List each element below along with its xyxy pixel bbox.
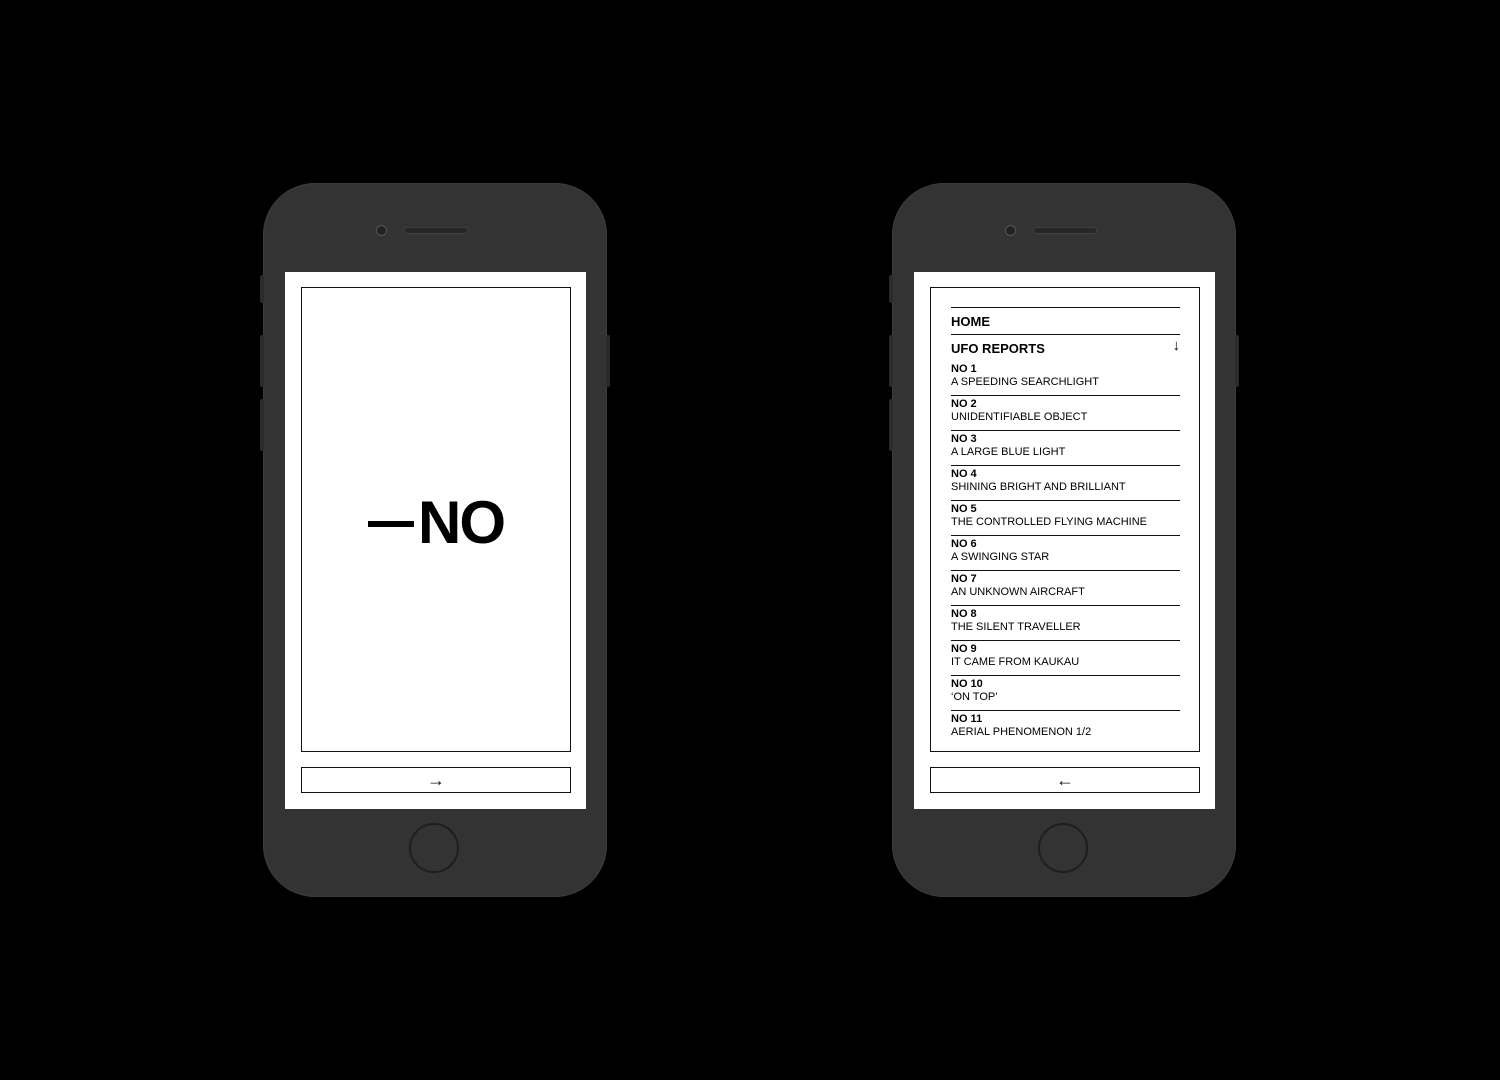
report-title: A SWINGING STAR bbox=[951, 551, 1050, 563]
navigation-menu: HOME UFO REPORTS ↓ NO 1 A SPEEDING SEARC… bbox=[951, 307, 1180, 746]
logo-text: NO bbox=[418, 489, 506, 556]
report-number: NO 2 bbox=[951, 398, 977, 410]
volume-down-button bbox=[889, 399, 893, 451]
mute-switch bbox=[889, 275, 893, 303]
report-number: NO 4 bbox=[951, 468, 977, 480]
power-button bbox=[1235, 335, 1239, 387]
speaker-grille bbox=[404, 227, 468, 234]
report-item[interactable]: NO 2 UNIDENTIFIABLE OBJECT bbox=[951, 396, 1180, 431]
report-title: SHINING BRIGHT AND BRILLIANT bbox=[951, 481, 1126, 493]
menu-item-home[interactable]: HOME bbox=[951, 307, 1180, 334]
speaker-grille bbox=[1033, 227, 1097, 234]
report-number: NO 7 bbox=[951, 573, 977, 585]
report-title: IT CAME FROM KAUKAU bbox=[951, 656, 1080, 668]
phone-right: HOME UFO REPORTS ↓ NO 1 A SPEEDING SEARC… bbox=[889, 183, 1239, 897]
report-item[interactable]: NO 8 THE SILENT TRAVELLER bbox=[951, 606, 1180, 641]
report-title: THE SILENT TRAVELLER bbox=[951, 621, 1081, 633]
report-item[interactable]: NO 6 A SWINGING STAR bbox=[951, 536, 1180, 571]
report-item[interactable]: NO 3 A LARGE BLUE LIGHT bbox=[951, 431, 1180, 466]
power-button bbox=[606, 335, 610, 387]
menu-item-home-label: HOME bbox=[951, 313, 990, 329]
report-title: A LARGE BLUE LIGHT bbox=[951, 446, 1066, 458]
home-button[interactable] bbox=[1038, 823, 1088, 873]
report-title: ‘ON TOP’ bbox=[951, 691, 998, 703]
camera-icon bbox=[376, 225, 387, 236]
report-item[interactable]: NO 11 AERIAL PHENOMENON 1/2 bbox=[951, 711, 1180, 746]
mute-switch bbox=[260, 275, 264, 303]
back-button[interactable]: ← bbox=[930, 767, 1200, 793]
camera-icon bbox=[1005, 225, 1016, 236]
report-number: NO 11 bbox=[951, 713, 983, 725]
report-title: UNIDENTIFIABLE OBJECT bbox=[951, 411, 1088, 423]
arrow-down-icon: ↓ bbox=[1172, 336, 1181, 354]
report-item[interactable]: NO 9 IT CAME FROM KAUKAU bbox=[951, 641, 1180, 676]
report-item[interactable]: NO 10 ‘ON TOP’ bbox=[951, 676, 1180, 711]
report-item[interactable]: NO 5 THE CONTROLLED FLYING MACHINE bbox=[951, 501, 1180, 536]
menu-item-ufo-reports-label: UFO REPORTS bbox=[951, 340, 1045, 356]
report-number: NO 8 bbox=[951, 608, 977, 620]
report-item[interactable]: NO 1 A SPEEDING SEARCHLIGHT bbox=[951, 361, 1180, 396]
report-title: AN UNKNOWN AIRCRAFT bbox=[951, 586, 1085, 598]
report-title: THE CONTROLLED FLYING MACHINE bbox=[951, 516, 1147, 528]
report-number: NO 6 bbox=[951, 538, 977, 550]
volume-down-button bbox=[260, 399, 264, 451]
phone-left: NO → bbox=[260, 183, 610, 897]
dash-mark bbox=[368, 520, 414, 527]
arrow-left-icon: ← bbox=[1056, 769, 1074, 790]
report-number: NO 10 bbox=[951, 678, 983, 690]
report-title: AERIAL PHENOMENON 1/2 bbox=[951, 726, 1092, 738]
no-logo: NO bbox=[302, 488, 570, 557]
arrow-right-icon: → bbox=[427, 769, 445, 790]
report-number: NO 1 bbox=[951, 363, 977, 375]
volume-up-button bbox=[260, 335, 264, 387]
report-list: NO 1 A SPEEDING SEARCHLIGHT NO 2 UNIDENT… bbox=[951, 361, 1180, 746]
screen-left: NO → bbox=[285, 272, 586, 809]
content-frame: NO bbox=[301, 287, 571, 752]
report-number: NO 9 bbox=[951, 643, 977, 655]
volume-up-button bbox=[889, 335, 893, 387]
report-number: NO 3 bbox=[951, 433, 977, 445]
next-button[interactable]: → bbox=[301, 767, 571, 793]
home-button[interactable] bbox=[409, 823, 459, 873]
menu-item-ufo-reports[interactable]: UFO REPORTS ↓ bbox=[951, 334, 1180, 361]
report-number: NO 5 bbox=[951, 503, 977, 515]
content-frame: HOME UFO REPORTS ↓ NO 1 A SPEEDING SEARC… bbox=[930, 287, 1200, 752]
report-item[interactable]: NO 7 AN UNKNOWN AIRCRAFT bbox=[951, 571, 1180, 606]
screen-right: HOME UFO REPORTS ↓ NO 1 A SPEEDING SEARC… bbox=[914, 272, 1215, 809]
report-title: A SPEEDING SEARCHLIGHT bbox=[951, 376, 1099, 388]
report-item[interactable]: NO 4 SHINING BRIGHT AND BRILLIANT bbox=[951, 466, 1180, 501]
